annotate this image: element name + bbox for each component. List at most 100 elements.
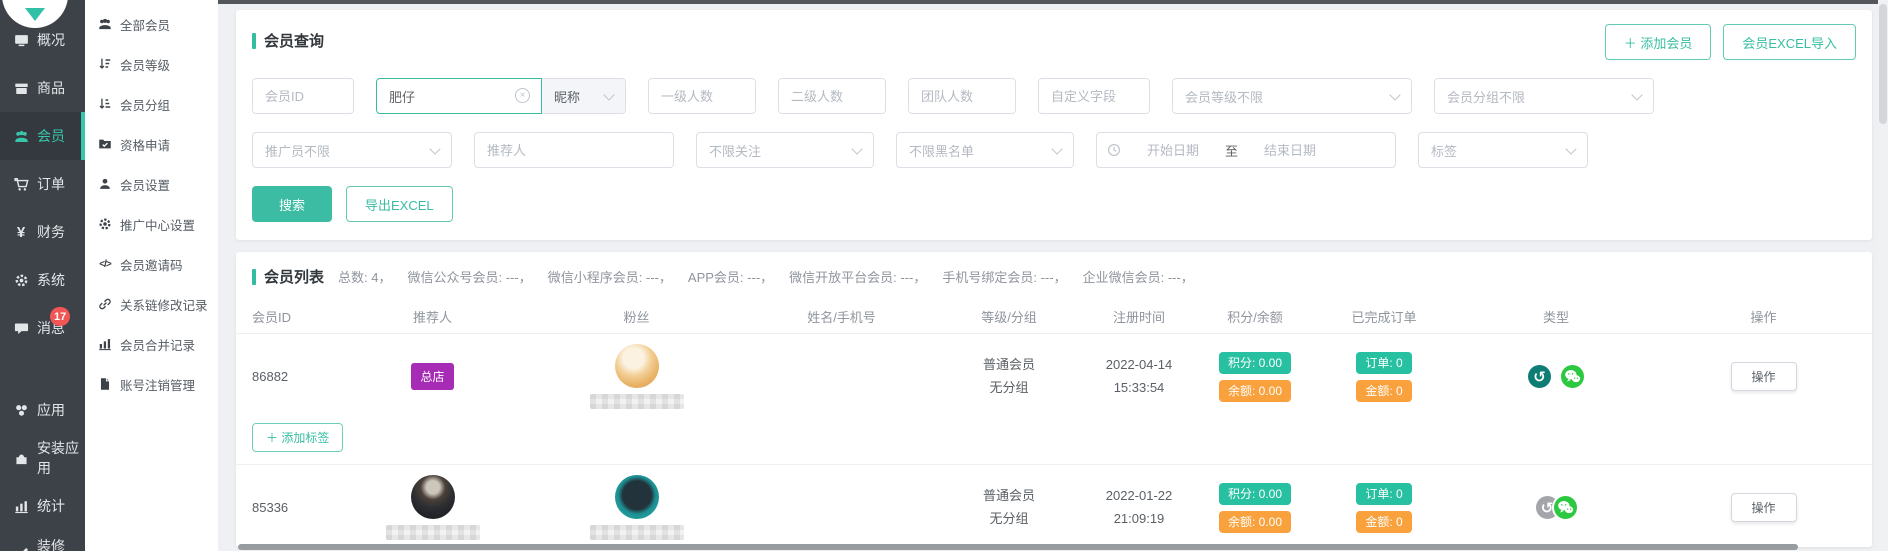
submenu-item-label: 会员合并记录 xyxy=(120,335,195,354)
register-date-range[interactable]: 至 xyxy=(1096,132,1396,168)
end-date-input[interactable] xyxy=(1242,143,1338,158)
sidebar-item-diy[interactable]: 装修DIY xyxy=(0,530,85,551)
submenu-item-relation-log[interactable]: 关系链修改记录 xyxy=(85,284,218,324)
avatar[interactable] xyxy=(615,344,659,388)
submenu-item-member-groups[interactable]: 会员分组 xyxy=(85,84,218,124)
col-header: 姓名/手机号 xyxy=(744,307,939,326)
register-date: 2022-01-22 xyxy=(1079,485,1199,507)
sidebar-item-members[interactable]: 会员 xyxy=(0,112,85,160)
fan-cell xyxy=(529,344,744,409)
custom-field-input[interactable] xyxy=(1038,78,1150,114)
points-balance-cell: 积分: 0.00 余额: 0.00 xyxy=(1199,483,1311,533)
sidebar-item-label: 会员 xyxy=(37,126,65,146)
submenu-item-label: 会员邀请码 xyxy=(120,255,183,274)
sidebar-item-system[interactable]: 系统 xyxy=(0,256,85,304)
row-action-button[interactable]: 操作 xyxy=(1731,362,1797,391)
fan-cell xyxy=(529,475,744,540)
filter-row-1: × 昵称 会员等级不限 会员分组不限 xyxy=(252,78,1856,114)
sidebar-item-goods[interactable]: 商品 xyxy=(0,64,85,112)
action-cell: 操作 xyxy=(1655,362,1872,391)
sidebar-item-install-apps[interactable]: 安装应用 xyxy=(0,434,85,482)
submenu-item-label: 会员设置 xyxy=(120,175,170,194)
team-count-input[interactable] xyxy=(908,78,1016,114)
nickname-search-combo: × 昵称 xyxy=(376,78,626,114)
sidebar-item-label: 应用 xyxy=(37,400,65,420)
date-to-label: 至 xyxy=(1225,141,1238,160)
bar-chart-icon xyxy=(12,499,30,514)
add-member-button[interactable]: ＋ 添加会员 xyxy=(1605,24,1712,60)
points-badge: 积分: 0.00 xyxy=(1219,352,1291,374)
sidebar-item-statistics[interactable]: 统计 xyxy=(0,482,85,530)
level2-count-input[interactable] xyxy=(778,78,886,114)
col-header: 已完成订单 xyxy=(1311,307,1457,326)
row-action-button[interactable]: 操作 xyxy=(1731,493,1797,522)
folder-check-icon xyxy=(97,137,113,151)
submenu-item-member-settings[interactable]: 会员设置 xyxy=(85,164,218,204)
list-head: 会员列表 总数: 4， 微信公众号会员: ---， 微信小程序会员: ---， … xyxy=(236,266,1872,287)
avatar[interactable] xyxy=(615,475,659,519)
cart-icon xyxy=(12,177,30,192)
promoter-placeholder: 推广员不限 xyxy=(265,141,330,160)
follow-select[interactable]: 不限关注 xyxy=(696,132,874,168)
blurred-nickname xyxy=(386,525,480,540)
col-header: 类型 xyxy=(1457,307,1655,326)
submenu-item-label: 会员等级 xyxy=(120,55,170,74)
sidebar-item-apps[interactable]: 应用 xyxy=(0,386,85,434)
sidebar-item-messages[interactable]: 消息 17 xyxy=(0,304,85,352)
orders-badge: 订单: 0 xyxy=(1356,483,1411,505)
orders-cell: 订单: 0 金额: 0 xyxy=(1311,352,1457,402)
submenu-item-account-cancel[interactable]: 账号注销管理 xyxy=(85,364,218,404)
search-button[interactable]: 搜索 xyxy=(252,186,332,222)
member-group: 无分组 xyxy=(939,508,1079,530)
export-excel-button[interactable]: 导出EXCEL xyxy=(346,186,453,222)
start-date-input[interactable] xyxy=(1125,143,1221,158)
submenu-item-invite-code[interactable]: </> 会员邀请码 xyxy=(85,244,218,284)
points-badge: 积分: 0.00 xyxy=(1219,483,1291,505)
submenu-item-merge-log[interactable]: 会员合并记录 xyxy=(85,324,218,364)
horizontal-scrollbar[interactable] xyxy=(238,544,1798,550)
clock-icon xyxy=(1107,143,1121,157)
member-id-input[interactable] xyxy=(252,78,354,114)
member-level-select[interactable]: 会员等级不限 xyxy=(1172,78,1412,114)
submenu-item-all-members[interactable]: 全部会员 xyxy=(85,4,218,44)
nickname-type-select[interactable]: 昵称 xyxy=(542,78,626,114)
promoter-select[interactable]: 推广员不限 xyxy=(252,132,452,168)
register-time-cell: 2022-01-22 21:09:19 xyxy=(1079,485,1199,529)
level-group-cell: 普通会员 无分组 xyxy=(939,485,1079,529)
stat-app: APP会员: ---， xyxy=(688,267,773,286)
register-date: 2022-04-14 xyxy=(1079,354,1199,376)
referrer-input[interactable] xyxy=(474,132,674,168)
level1-count-input[interactable] xyxy=(648,78,756,114)
list-title-wrap: 会员列表 xyxy=(252,266,324,287)
orders-cell: 订单: 0 金额: 0 xyxy=(1311,483,1457,533)
tag-select[interactable]: 标签 xyxy=(1418,132,1588,168)
dashboard-icon xyxy=(12,33,30,48)
submenu-item-label: 资格申请 xyxy=(120,135,170,154)
member-group-select[interactable]: 会员分组不限 xyxy=(1434,78,1654,114)
query-actions: 搜索 导出EXCEL xyxy=(252,186,1856,222)
page: 概况 商品 会员 订单 ¥ 财务 系统 xyxy=(0,0,1888,551)
vertical-scrollbar-track[interactable] xyxy=(1878,0,1888,551)
submenu-item-promo-center[interactable]: 推广中心设置 xyxy=(85,204,218,244)
sidebar-item-label: 安装应用 xyxy=(37,438,85,478)
sidebar-item-label: 订单 xyxy=(37,174,65,194)
main-sidebar: 概况 商品 会员 订单 ¥ 财务 系统 xyxy=(0,0,85,551)
excel-import-button[interactable]: 会员EXCEL导入 xyxy=(1723,24,1856,60)
wechat-icon xyxy=(1559,363,1586,390)
sidebar-item-orders[interactable]: 订单 xyxy=(0,160,85,208)
list-title: 会员列表 xyxy=(264,266,324,287)
vertical-scrollbar-thumb[interactable] xyxy=(1879,4,1887,124)
add-tag-button[interactable]: ＋ 添加标签 xyxy=(252,423,343,452)
stat-wecom: 企业微信会员: ---， xyxy=(1083,267,1194,286)
nickname-type-value: 昵称 xyxy=(554,87,580,106)
sidebar-item-label: 财务 xyxy=(37,222,65,242)
title-accent-bar xyxy=(252,33,256,49)
sidebar-item-finance[interactable]: ¥ 财务 xyxy=(0,208,85,256)
orders-badge: 订单: 0 xyxy=(1356,352,1411,374)
clear-icon[interactable]: × xyxy=(515,88,530,103)
submenu-item-member-levels[interactable]: 会员等级 xyxy=(85,44,218,84)
avatar[interactable] xyxy=(411,475,455,519)
submenu-item-qualification[interactable]: 资格申请 xyxy=(85,124,218,164)
blacklist-select[interactable]: 不限黑名单 xyxy=(896,132,1074,168)
col-header: 操作 xyxy=(1655,307,1872,326)
